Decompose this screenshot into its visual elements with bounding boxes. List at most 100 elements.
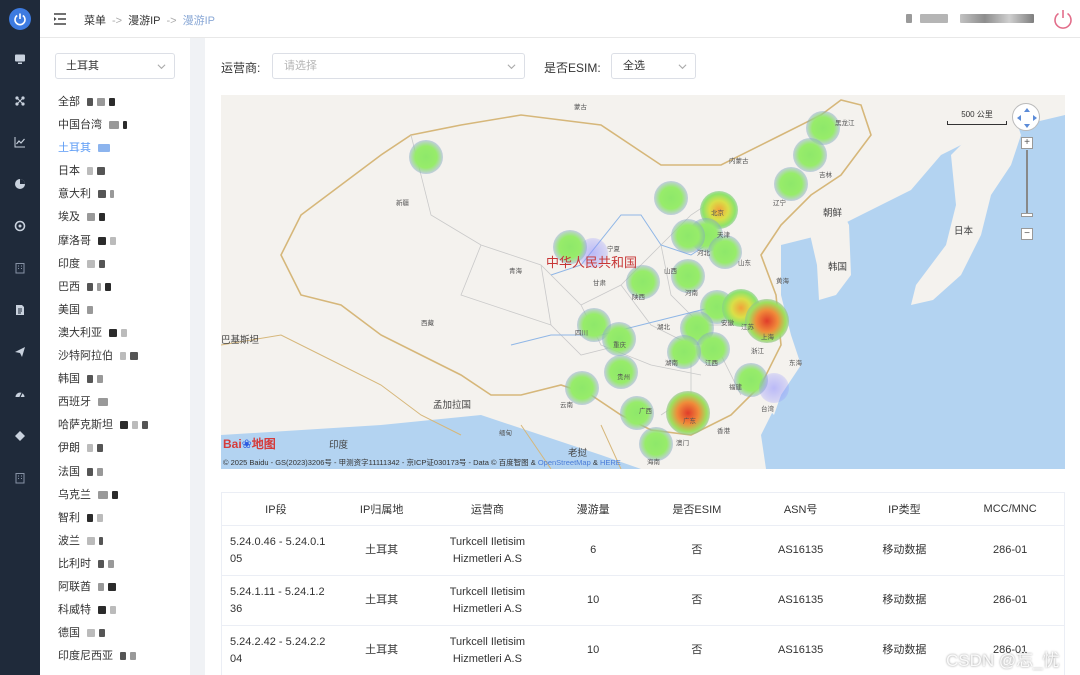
menu-toggle-icon[interactable] xyxy=(53,12,67,26)
baidu-logo-cn: 地图 xyxy=(251,437,276,451)
esim-select[interactable]: 全选 xyxy=(611,53,696,79)
country-item-label: 土耳其 xyxy=(58,142,91,155)
country-item[interactable]: 法国 xyxy=(58,464,148,487)
country-item[interactable]: 阿联酋 xyxy=(58,579,148,602)
country-select[interactable]: 土耳其 xyxy=(55,53,175,79)
country-item[interactable]: 智利 xyxy=(58,510,148,533)
country-item[interactable]: 科威特 xyxy=(58,602,148,625)
copyright-text: © 2025 Baidu - GS(2023)3206号 - 甲测资字11111… xyxy=(223,458,538,467)
count-redacted xyxy=(87,467,93,476)
user-name-redacted[interactable] xyxy=(920,14,948,23)
country-item[interactable]: 西班牙 xyxy=(58,394,148,417)
country-item[interactable]: 哈萨克斯坦 xyxy=(58,417,148,440)
country-item[interactable]: 印度尼西亚 xyxy=(58,648,148,671)
osm-link[interactable]: OpenStreetMap xyxy=(538,458,591,467)
column-header[interactable]: IP类型 xyxy=(853,501,957,517)
document-icon[interactable] xyxy=(0,299,40,321)
table-row[interactable]: 5.24.0.46 - 5.24.0.105 土耳其 Turkcell Iletis… xyxy=(222,526,1064,576)
breadcrumb-section[interactable]: 漫游IP xyxy=(128,15,160,27)
building-icon[interactable] xyxy=(0,257,40,279)
column-header[interactable]: IP段 xyxy=(222,501,330,517)
country-item[interactable]: 乌克兰 xyxy=(58,487,148,510)
column-header[interactable]: 是否ESIM xyxy=(645,501,749,517)
map-pan-control[interactable] xyxy=(1012,103,1040,131)
count-redacted xyxy=(109,328,117,337)
country-item[interactable]: 沙特阿拉伯 xyxy=(58,348,148,371)
breadcrumb-root[interactable]: 菜单 xyxy=(84,15,106,27)
column-header[interactable]: 漫游量 xyxy=(541,501,645,517)
zoom-slider-track[interactable] xyxy=(1026,150,1028,216)
network-icon[interactable] xyxy=(0,90,40,112)
country-item[interactable]: 埃及 xyxy=(58,209,148,232)
nav-rail xyxy=(0,0,40,675)
country-item-label: 韩国 xyxy=(58,373,80,386)
diamond-icon[interactable] xyxy=(0,425,40,447)
monitor-icon[interactable] xyxy=(0,48,40,70)
target-icon[interactable] xyxy=(0,215,40,237)
table-row[interactable]: 5.24.1.11 - 5.24.1.236 土耳其 Turkcell Iletis… xyxy=(222,576,1064,626)
count-redacted xyxy=(97,513,103,522)
chevron-down-icon xyxy=(157,64,166,70)
here-link[interactable]: HERE xyxy=(600,458,621,467)
copyright-amp: & xyxy=(590,458,600,467)
map-label-shanghai: 上海 xyxy=(761,334,774,341)
dashboard-icon[interactable] xyxy=(0,383,40,405)
country-item[interactable]: 印度 xyxy=(58,256,148,279)
country-item[interactable]: 波兰 xyxy=(58,533,148,556)
map-country-name: 中华人民共和国 xyxy=(546,255,638,270)
country-item-label: 阿联酋 xyxy=(58,580,91,593)
zoom-in-button[interactable]: + xyxy=(1021,137,1033,149)
count-redacted xyxy=(98,398,108,407)
zoom-out-button[interactable]: − xyxy=(1021,228,1033,240)
country-item[interactable]: 美国 xyxy=(58,302,148,325)
line-chart-icon[interactable] xyxy=(0,131,40,153)
country-list: 全部 中国台湾土耳其日本 意大利 埃及 摩洛哥 印度 巴西 美国 澳大利亚 沙特阿拉伯韩国西班牙哈… xyxy=(58,94,148,671)
count-redacted xyxy=(87,213,95,222)
send-icon[interactable] xyxy=(0,341,40,363)
table-cell: 5.24.2.42 - 5.24.2.204 xyxy=(230,635,326,665)
column-header[interactable]: MCC/MNC xyxy=(956,503,1064,515)
map-label-hubei: 湖北 xyxy=(657,324,670,331)
carrier-filter-label: 运营商: xyxy=(221,61,261,75)
count-redacted xyxy=(109,121,119,130)
count-redacted xyxy=(110,190,114,199)
carrier-select[interactable]: 请选择 xyxy=(272,53,525,79)
country-item[interactable]: 中国台湾 xyxy=(58,117,148,140)
heat-point xyxy=(793,138,827,172)
count-redacted xyxy=(120,352,126,361)
country-item[interactable]: 日本 xyxy=(58,163,148,186)
map-label-gansu: 甘肃 xyxy=(593,280,606,287)
chevron-down-icon xyxy=(507,64,516,70)
table-cell: 286-01 xyxy=(993,594,1028,606)
country-item[interactable]: 意大利 xyxy=(58,186,148,209)
power-logo-icon[interactable] xyxy=(9,8,31,30)
heat-map[interactable]: 蒙古 新疆 黑龙江 吉林 内蒙古 辽宁 北京 天津 河北 山西 山东 宁夏 甘肃 青海 陕西 河南 江苏 安徽 上海… xyxy=(221,95,1065,469)
country-item[interactable]: 韩国 xyxy=(58,371,148,394)
country-item[interactable]: 巴西 xyxy=(58,279,148,302)
user-avatar-redacted[interactable] xyxy=(906,14,912,23)
logout-power-icon[interactable] xyxy=(1052,8,1074,30)
map-label-hunan: 湖南 xyxy=(665,360,678,367)
map-label-pakistan: 巴基斯坦 xyxy=(221,335,260,346)
building-alt-icon[interactable] xyxy=(0,467,40,489)
user-info-redacted[interactable] xyxy=(960,14,1034,23)
country-item[interactable]: 全部 xyxy=(58,94,148,117)
table-row[interactable]: 5.24.2.42 - 5.24.2.204 土耳其 Turkcell Iletis… xyxy=(222,626,1064,675)
column-header[interactable]: ASN号 xyxy=(749,501,853,517)
heat-point xyxy=(409,140,443,174)
table-cell: 否 xyxy=(691,544,703,556)
country-item[interactable]: 澳大利亚 xyxy=(58,325,148,348)
map-scale: 500 公里 xyxy=(947,109,1007,125)
column-header[interactable]: 运营商 xyxy=(434,501,542,517)
count-redacted xyxy=(97,98,105,106)
table-cell: AS16135 xyxy=(778,644,824,656)
country-item[interactable]: 德国 xyxy=(58,625,148,648)
country-item[interactable]: 比利时 xyxy=(58,556,148,579)
country-item[interactable]: 摩洛哥 xyxy=(58,233,148,256)
country-item[interactable]: 伊朗 xyxy=(58,440,148,463)
country-item[interactable]: 土耳其 xyxy=(58,140,148,163)
zoom-slider-handle[interactable] xyxy=(1021,213,1033,217)
column-header[interactable]: IP归属地 xyxy=(330,501,434,517)
pie-chart-icon[interactable] xyxy=(0,173,40,195)
table-cell: 286-01 xyxy=(993,544,1028,556)
